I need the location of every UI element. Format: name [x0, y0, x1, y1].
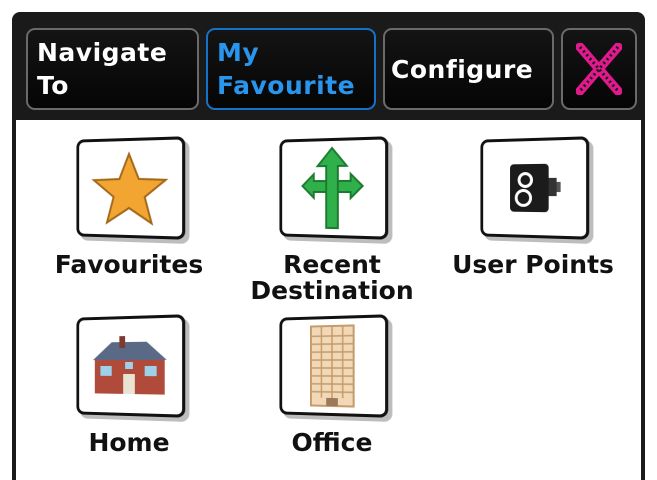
house-icon — [92, 336, 167, 395]
office-label: Office — [291, 428, 373, 457]
tab-configure-label: Configure — [391, 54, 534, 84]
favourites-label: Favourites — [54, 250, 204, 279]
user-points-tile[interactable] — [480, 136, 590, 240]
app-frame: Navigate To My Favourite Configure Favou… — [12, 12, 645, 480]
recent-destination-item[interactable]: Recent Destination — [222, 136, 442, 305]
arrows-icon — [299, 145, 367, 231]
favourites-grid: Favourites Recent Destination User Point… — [16, 120, 641, 480]
home-label: Home — [88, 428, 170, 457]
home-tile[interactable] — [76, 314, 186, 418]
recent-destination-tile[interactable] — [279, 136, 389, 240]
close-button[interactable] — [561, 28, 637, 110]
office-item[interactable]: Office — [222, 314, 442, 457]
favourites-tile[interactable] — [76, 136, 186, 240]
tab-configure[interactable]: Configure — [383, 28, 554, 110]
favourites-item[interactable]: Favourites — [19, 136, 239, 279]
home-item[interactable]: Home — [19, 314, 239, 457]
tab-navigate-to-label: Navigate To — [37, 38, 168, 100]
user-points-item[interactable]: User Points — [423, 136, 643, 279]
tab-bar: Navigate To My Favourite Configure — [12, 12, 645, 120]
tab-navigate-to[interactable]: Navigate To — [26, 28, 199, 110]
tab-my-favourite[interactable]: My Favourite — [206, 28, 376, 110]
office-tile[interactable] — [279, 314, 389, 418]
star-icon — [91, 149, 169, 227]
close-icon — [576, 43, 622, 95]
office-building-icon — [305, 323, 359, 408]
user-points-label: User Points — [452, 250, 614, 279]
tab-my-favourite-label: My Favourite — [217, 38, 356, 100]
speed-camera-icon — [510, 163, 561, 213]
recent-destination-label: Recent Destination — [250, 250, 414, 305]
